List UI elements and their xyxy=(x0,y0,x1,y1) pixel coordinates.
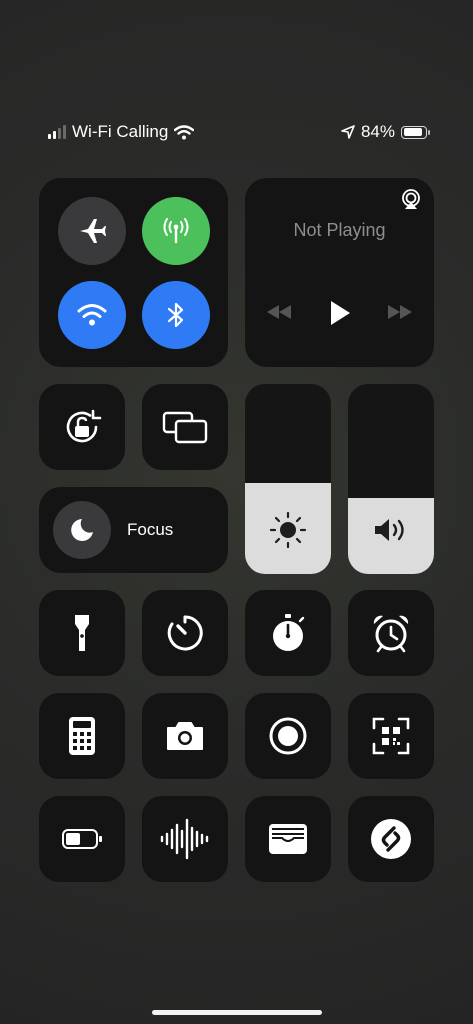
airplane-icon xyxy=(77,216,107,246)
carrier-label: Wi-Fi Calling xyxy=(72,122,169,141)
code-scanner-button[interactable] xyxy=(348,693,434,779)
wifi-toggle[interactable] xyxy=(58,281,126,349)
focus-button[interactable]: Focus xyxy=(39,487,228,573)
bluetooth-icon xyxy=(164,300,188,330)
wifi-icon xyxy=(77,303,107,327)
wallet-icon xyxy=(267,822,309,856)
cellular-antenna-icon xyxy=(161,216,191,246)
stopwatch-button[interactable] xyxy=(245,590,331,676)
brightness-slider[interactable] xyxy=(245,384,331,574)
focus-label: Focus xyxy=(127,520,174,539)
calculator-icon xyxy=(68,716,96,756)
wallet-button[interactable] xyxy=(245,796,331,882)
screen-mirroring-icon xyxy=(162,410,208,444)
home-indicator[interactable] xyxy=(152,1010,322,1015)
shazam-icon xyxy=(370,818,412,860)
airplane-mode-toggle[interactable] xyxy=(58,197,126,265)
cellular-signal-icon xyxy=(48,125,66,139)
shazam-button[interactable] xyxy=(348,796,434,882)
play-icon[interactable] xyxy=(329,300,351,326)
screen-record-icon xyxy=(268,716,308,756)
location-arrow-icon xyxy=(341,125,355,139)
battery-percentage: 84% xyxy=(360,122,395,141)
airplay-icon[interactable] xyxy=(400,188,422,210)
volume-slider[interactable] xyxy=(348,384,434,574)
moon-icon xyxy=(69,517,95,543)
qr-code-scanner-icon xyxy=(372,717,410,755)
flashlight-button[interactable] xyxy=(39,590,125,676)
camera-button[interactable] xyxy=(142,693,228,779)
focus-icon-circle xyxy=(53,501,111,559)
low-power-mode-button[interactable] xyxy=(39,796,125,882)
voice-memos-icon xyxy=(159,817,211,861)
rewind-icon[interactable] xyxy=(266,304,292,320)
status-bar: Wi-Fi Calling 84% xyxy=(0,122,473,144)
bluetooth-toggle[interactable] xyxy=(142,281,210,349)
alarm-button[interactable] xyxy=(348,590,434,676)
cellular-data-toggle[interactable] xyxy=(142,197,210,265)
now-playing-panel[interactable]: Not Playing xyxy=(245,178,434,367)
calculator-button[interactable] xyxy=(39,693,125,779)
low-power-mode-icon xyxy=(61,828,103,850)
brightness-icon xyxy=(269,511,307,549)
fast-forward-icon[interactable] xyxy=(387,304,413,320)
flashlight-icon xyxy=(72,613,92,653)
connectivity-panel xyxy=(39,178,228,367)
now-playing-title: Not Playing xyxy=(293,220,386,240)
timer-button[interactable] xyxy=(142,590,228,676)
speaker-icon xyxy=(372,516,410,544)
screen-mirroring-button[interactable] xyxy=(142,384,228,470)
orientation-lock-button[interactable] xyxy=(39,384,125,470)
screen-recording-button[interactable] xyxy=(245,693,331,779)
orientation-lock-icon xyxy=(60,405,104,449)
status-right: 84% xyxy=(341,122,430,142)
voice-memos-button[interactable] xyxy=(142,796,228,882)
wifi-status-icon xyxy=(174,124,195,140)
status-left: Wi-Fi Calling xyxy=(48,122,195,142)
stopwatch-icon xyxy=(268,612,308,654)
battery-icon xyxy=(401,125,430,139)
camera-icon xyxy=(165,720,205,752)
timer-icon xyxy=(165,613,205,653)
alarm-icon xyxy=(370,612,412,654)
